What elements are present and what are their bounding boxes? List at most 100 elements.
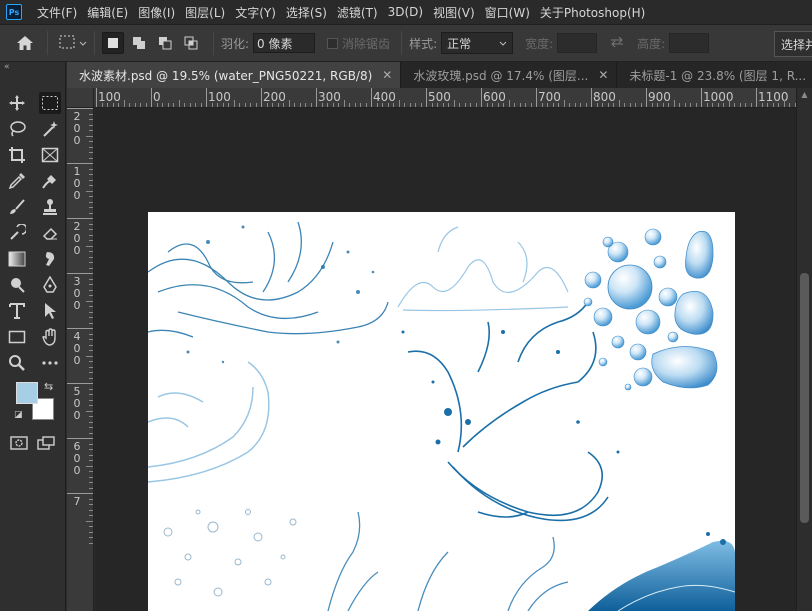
- type-tool[interactable]: [0, 298, 33, 324]
- history-brush-tool[interactable]: [0, 220, 33, 246]
- horizontal-ruler[interactable]: 100 0 100 200 300 400 500 600 700 800 900 1000 1100: [94, 88, 796, 108]
- document-canvas[interactable]: [148, 212, 735, 611]
- ruler-minor-tick: [89, 152, 93, 153]
- menu-view[interactable]: 视图(V): [428, 4, 480, 21]
- document-tab[interactable]: 水波玫瑰.psd @ 17.4% (图层... ✕: [401, 62, 618, 88]
- style-select[interactable]: 正常: [441, 32, 514, 54]
- home-icon[interactable]: [10, 28, 40, 58]
- document-workspace[interactable]: [95, 108, 796, 611]
- ruler-minor-tick: [167, 103, 169, 107]
- frame-tool[interactable]: [33, 142, 66, 168]
- menu-file[interactable]: 文件(F): [32, 4, 82, 21]
- hand-icon: [39, 326, 61, 348]
- brush-tool[interactable]: [0, 194, 33, 220]
- ruler-minor-tick: [332, 103, 334, 107]
- menu-window[interactable]: 窗口(W): [480, 4, 535, 21]
- default-colors-icon[interactable]: ◪: [14, 410, 23, 420]
- menu-image[interactable]: 图像(I): [133, 4, 180, 21]
- ruler-minor-tick: [118, 103, 119, 107]
- lasso-icon: [6, 118, 28, 140]
- zoom-tool[interactable]: [0, 350, 33, 376]
- vertical-scrollbar[interactable]: ▲: [796, 88, 812, 611]
- height-input[interactable]: [669, 33, 710, 53]
- ruler-minor-tick: [89, 234, 93, 236]
- foreground-color-swatch[interactable]: [16, 382, 38, 404]
- vertical-ruler[interactable]: 2 0 0 1 0 0 2 0 0 3 0 0 4 0 0 5 0 0 6 0 0 7: [67, 108, 94, 611]
- ruler-minor-tick: [574, 103, 576, 107]
- ruler-origin[interactable]: [67, 88, 94, 108]
- subtract-from-selection-button[interactable]: [154, 32, 176, 54]
- hand-tool[interactable]: [33, 324, 66, 350]
- quick-mask-icon[interactable]: [10, 436, 28, 453]
- menu-select[interactable]: 选择(S): [281, 4, 332, 21]
- ruler-label: 0: [153, 90, 161, 104]
- ruler-minor-tick: [277, 103, 279, 107]
- ruler-minor-tick: [382, 103, 383, 107]
- magic-wand-tool[interactable]: [33, 116, 66, 142]
- eyedropper-icon: [6, 170, 28, 192]
- feather-input[interactable]: 0 像素: [253, 33, 316, 53]
- document-tab[interactable]: 水波素材.psd @ 19.5% (water_PNG50221, RGB/8)…: [67, 62, 402, 88]
- lasso-tool[interactable]: [0, 116, 33, 142]
- pen-tool[interactable]: [33, 272, 66, 298]
- ruler-minor-tick: [89, 168, 93, 170]
- ruler-minor-tick: [563, 100, 565, 107]
- move-icon: [6, 92, 28, 114]
- menu-layer[interactable]: 图层(L): [180, 4, 230, 21]
- menu-filter[interactable]: 滤镜(T): [332, 4, 383, 21]
- new-selection-button[interactable]: [102, 32, 124, 54]
- ruler-minor-tick: [662, 103, 664, 107]
- scroll-thumb[interactable]: [800, 273, 809, 523]
- scroll-up-icon[interactable]: ▲: [797, 88, 812, 102]
- ruler-tick: [67, 163, 93, 164]
- ruler-tick: [426, 88, 427, 107]
- healing-brush-tool[interactable]: [33, 168, 66, 194]
- intersect-selection-button[interactable]: [180, 32, 202, 54]
- ruler-label: 700: [538, 90, 561, 104]
- add-to-selection-button[interactable]: [128, 32, 150, 54]
- menu-type[interactable]: 文字(Y): [230, 4, 281, 21]
- menu-help[interactable]: 关于Photoshop(H): [535, 4, 650, 21]
- swap-colors-icon[interactable]: ⇆: [44, 380, 53, 393]
- tool-preset-picker[interactable]: [59, 35, 87, 52]
- close-icon[interactable]: ✕: [382, 68, 392, 82]
- document-tab[interactable]: 未标题-1 @ 23.8% (图层 1, R... ✕: [617, 62, 812, 88]
- chevron-down-icon: [499, 36, 507, 50]
- more-tools-button[interactable]: [33, 350, 66, 376]
- toolbar-bottom: [0, 436, 65, 453]
- clone-stamp-tool[interactable]: [33, 194, 66, 220]
- width-input[interactable]: [557, 33, 598, 53]
- select-and-mask-button[interactable]: 选择并遮住...: [774, 31, 812, 57]
- collapse-panel-icon[interactable]: «: [0, 62, 65, 72]
- tab-label: 未标题-1 @ 23.8% (图层 1, R...: [629, 68, 807, 83]
- swap-width-height-icon[interactable]: [609, 36, 625, 51]
- menu-3d[interactable]: 3D(D): [383, 5, 428, 19]
- gradient-tool[interactable]: [0, 246, 33, 272]
- ruler-minor-tick: [89, 278, 93, 280]
- rectangular-marquee-tool[interactable]: [33, 90, 66, 116]
- ruler-label: 100: [98, 90, 121, 104]
- ruler-minor-tick: [349, 103, 350, 107]
- ruler-minor-tick: [217, 103, 218, 107]
- ruler-minor-tick: [89, 449, 93, 450]
- screen-mode-icon[interactable]: [37, 436, 55, 453]
- eraser-tool[interactable]: [33, 220, 66, 246]
- ruler-minor-tick: [519, 103, 521, 107]
- smudge-tool[interactable]: [33, 246, 66, 272]
- path-selection-tool[interactable]: [33, 298, 66, 324]
- ruler-tick: [206, 88, 207, 107]
- ruler-minor-tick: [89, 267, 93, 269]
- ruler-tick: [701, 88, 702, 107]
- close-icon[interactable]: ✕: [598, 68, 608, 82]
- antialias-checkbox[interactable]: [327, 37, 339, 49]
- eyedropper-tool[interactable]: [0, 168, 33, 194]
- ruler-minor-tick: [343, 100, 345, 107]
- dodge-tool[interactable]: [0, 272, 33, 298]
- crop-tool[interactable]: [0, 142, 33, 168]
- menu-edit[interactable]: 编辑(E): [82, 4, 133, 21]
- width-label: 宽度:: [525, 36, 554, 51]
- ruler-minor-tick: [497, 103, 499, 107]
- move-tool[interactable]: [0, 90, 33, 116]
- rectangle-tool[interactable]: [0, 324, 33, 350]
- ruler-minor-tick: [86, 520, 93, 522]
